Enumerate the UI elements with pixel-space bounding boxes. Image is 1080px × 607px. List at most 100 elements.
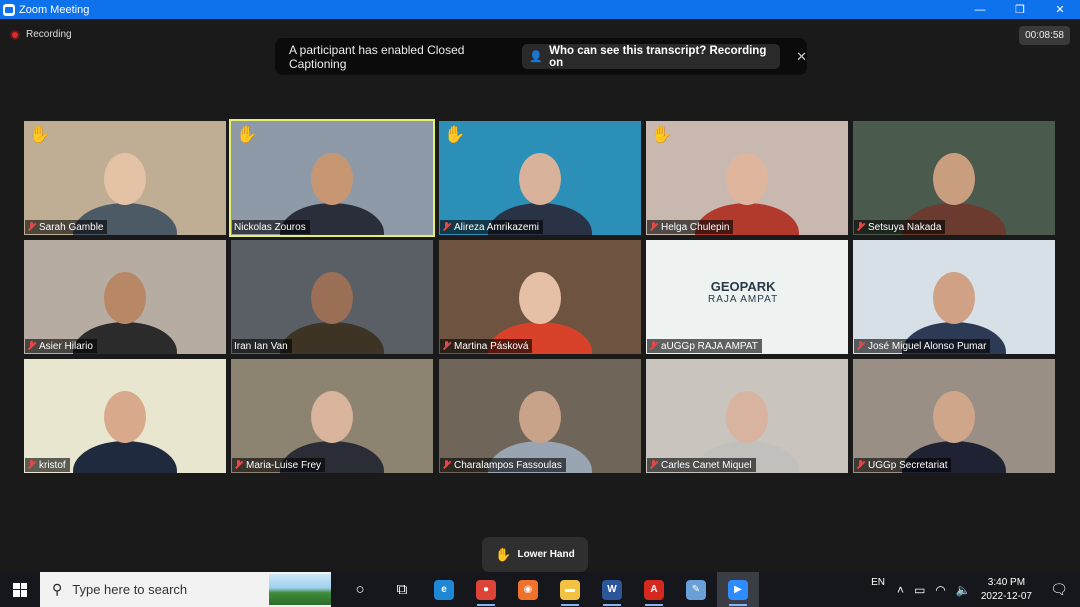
maximize-button[interactable]: ❐ xyxy=(1000,0,1040,19)
mic-off-icon xyxy=(27,222,36,232)
chevron-up-icon[interactable]: ˄ xyxy=(897,583,904,597)
mic-off-icon xyxy=(442,341,451,351)
system-tray: EN ˄ ▭ ◠ 🔈 3:40 PM 2022-12-07 🗨 xyxy=(871,572,1080,607)
zoom-icon: ▶ xyxy=(728,579,748,600)
raised-hand-icon: ✋ xyxy=(236,125,258,144)
clock[interactable]: 3:40 PM 2022-12-07 xyxy=(981,576,1032,604)
participant-video xyxy=(439,359,641,473)
acrobat-taskbar-button[interactable]: A xyxy=(633,572,675,607)
chrome-taskbar-button[interactable]: ● xyxy=(465,572,507,607)
window-title: Zoom Meeting xyxy=(19,3,90,16)
windows-taskbar: ⚲ Type here to search ○ ⧉ e ● ◉ ▬ W A ✎ ▶ EN ˄ ▭ … xyxy=(0,572,1080,607)
participant-video xyxy=(646,121,848,235)
participant-name-tag: Charalampos Fassoulas xyxy=(440,458,566,472)
participant-video xyxy=(853,359,1055,473)
participant-tile[interactable]: Carles Canet Miquel xyxy=(646,359,848,473)
slide-title: GEOPARK xyxy=(710,279,776,294)
participant-video xyxy=(24,240,226,354)
volume-icon[interactable]: 🔈 xyxy=(956,583,971,597)
participant-tile[interactable]: ✋ Alireza Amrikazemi xyxy=(439,121,641,235)
participant-video xyxy=(24,359,226,473)
participant-name: Martina Pásková xyxy=(454,340,529,352)
participant-name-tag: Nickolas Zouros xyxy=(232,220,310,234)
firefox-icon: ◉ xyxy=(518,579,538,600)
participant-name-tag: Asier Hilario xyxy=(25,339,97,353)
mic-off-icon xyxy=(442,222,451,232)
transcript-visibility-button[interactable]: 👤 Who can see this transcript? Recording… xyxy=(522,44,781,69)
gallery-view: ✋ Sarah Gamble ✋ Nickolas Zouros ✋ Alireza Am… xyxy=(24,119,1057,473)
participant-name-tag: UGGp Secretariat xyxy=(854,458,952,472)
participant-tile[interactable]: Charalampos Fassoulas xyxy=(439,359,641,473)
participant-tile[interactable]: Martina Pásková xyxy=(439,240,641,354)
participant-tile[interactable]: ✋ Sarah Gamble xyxy=(24,121,226,235)
participant-video xyxy=(24,121,226,235)
participant-tile[interactable]: Iran Ian Van xyxy=(231,240,433,354)
minimize-button[interactable]: — xyxy=(960,0,1000,19)
participant-name-tag: Iran Ian Van xyxy=(232,339,292,353)
participant-video xyxy=(231,121,433,235)
file-explorer-taskbar-button[interactable]: ▬ xyxy=(549,572,591,607)
wifi-icon[interactable]: ◠ xyxy=(935,583,945,597)
cortana-taskbar-button[interactable]: ○ xyxy=(339,572,381,607)
participant-name-tag: Sarah Gamble xyxy=(25,220,108,234)
participant-video xyxy=(439,240,641,354)
cortana-icon: ○ xyxy=(355,581,365,598)
raised-hand-icon: ✋ xyxy=(29,125,51,144)
word-icon: W xyxy=(602,579,622,600)
participant-name: Sarah Gamble xyxy=(39,221,104,233)
participant-tile[interactable]: ✋ Helga Chulepin xyxy=(646,121,848,235)
participant-name: Iran Ian Van xyxy=(234,340,288,352)
recording-dot-icon xyxy=(10,29,20,40)
participant-tile[interactable]: UGGp Secretariat xyxy=(853,359,1055,473)
participant-tile[interactable]: ✋ Nickolas Zouros xyxy=(229,119,435,237)
participant-name-tag: Carles Canet Miquel xyxy=(647,458,756,472)
participant-name: aUGGp RAJA AMPAT xyxy=(661,340,758,352)
participant-tile[interactable]: José Miguel Alonso Pumar xyxy=(853,240,1055,354)
search-icon: ⚲ xyxy=(52,581,63,597)
participant-tile[interactable]: Asier Hilario xyxy=(24,240,226,354)
recording-label: Recording xyxy=(26,29,72,40)
close-window-button[interactable]: ✕ xyxy=(1040,0,1080,19)
raised-hand-icon: ✋ xyxy=(651,125,673,144)
word-taskbar-button[interactable]: W xyxy=(591,572,633,607)
participant-name-tag: Setsuya Nakada xyxy=(854,220,946,234)
mic-off-icon xyxy=(856,460,865,470)
mic-off-icon xyxy=(27,341,36,351)
participant-tile[interactable]: Maria-Luise Frey xyxy=(231,359,433,473)
mic-off-icon xyxy=(649,341,658,351)
participant-video xyxy=(231,240,433,354)
meeting-stage: Recording 00:08:58 A participant has ena… xyxy=(0,19,1080,572)
participant-name: kristof xyxy=(39,459,66,471)
task-view-icon: ⧉ xyxy=(396,581,408,598)
participant-name: Carles Canet Miquel xyxy=(661,459,752,471)
close-banner-button[interactable]: ✕ xyxy=(796,49,807,65)
caption-message: A participant has enabled Closed Caption… xyxy=(289,42,465,71)
participant-name-tag: Alireza Amrikazemi xyxy=(440,220,544,234)
edge-icon: e xyxy=(434,579,454,600)
participant-name: Maria-Luise Frey xyxy=(246,459,322,471)
paint-taskbar-button[interactable]: ✎ xyxy=(675,572,717,607)
participant-tile[interactable]: Setsuya Nakada xyxy=(853,121,1055,235)
task-view-taskbar-button[interactable]: ⧉ xyxy=(381,572,423,607)
participant-video xyxy=(853,121,1055,235)
notification-icon[interactable]: 🗨 xyxy=(1046,580,1072,600)
participant-name-tag: Martina Pásková xyxy=(440,339,533,353)
firefox-taskbar-button[interactable]: ◉ xyxy=(507,572,549,607)
participant-video xyxy=(853,240,1055,354)
input-language[interactable]: EN xyxy=(871,577,885,588)
mic-off-icon xyxy=(442,460,451,470)
taskbar-search[interactable]: ⚲ Type here to search xyxy=(40,572,331,607)
battery-icon[interactable]: ▭ xyxy=(914,583,925,597)
lower-hand-button[interactable]: ✋ Lower Hand xyxy=(482,537,588,572)
participant-tile[interactable]: kristof xyxy=(24,359,226,473)
zoom-taskbar-button[interactable]: ▶ xyxy=(717,572,759,607)
participant-video xyxy=(231,359,433,473)
participant-name-tag: Maria-Luise Frey xyxy=(232,458,326,472)
start-button[interactable] xyxy=(0,572,40,607)
meeting-timer: 00:08:58 xyxy=(1019,26,1070,45)
acrobat-icon: A xyxy=(644,579,664,600)
geopark-slide: GEOPARK RAJA AMPAT xyxy=(708,280,778,306)
recording-indicator[interactable]: Recording xyxy=(10,29,72,40)
participant-tile[interactable]: GEOPARK RAJA AMPAT aUGGp RAJA AMPAT xyxy=(646,240,848,354)
edge-taskbar-button[interactable]: e xyxy=(423,572,465,607)
